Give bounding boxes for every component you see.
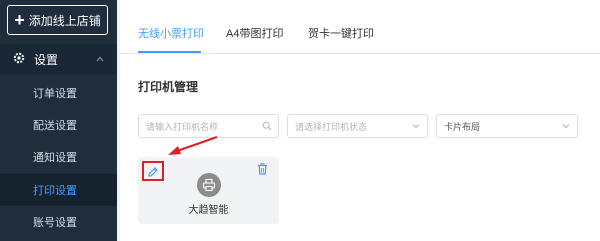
page-title: 打印机管理: [138, 80, 199, 94]
printer-status-select[interactable]: 请选择打印机状态: [287, 114, 428, 138]
sidebar-item-label: 订单设置: [33, 88, 77, 100]
chevron-up-icon: [96, 56, 104, 62]
sidebar-item-delivery-settings[interactable]: 配送设置: [0, 109, 117, 141]
printer-name: 大趋智能: [188, 205, 229, 216]
search-icon: [262, 121, 272, 131]
add-shop-button[interactable]: + 添加线上店铺: [7, 5, 108, 35]
tab-greeting-card-print[interactable]: 贺卡一键打印: [308, 25, 374, 41]
sidebar: + 添加线上店铺 设置 订单设置 配送设置 通知设置 打印设置 账号设置: [0, 0, 117, 241]
search-input-placeholder: 请输入打印机名称: [146, 121, 219, 132]
layout-select[interactable]: 卡片布局: [436, 114, 578, 138]
menu-group-label: 设置: [34, 52, 59, 67]
chevron-down-icon: [412, 124, 420, 129]
status-select-placeholder: 请选择打印机状态: [295, 121, 368, 132]
tab-a4-image-print[interactable]: A4带图打印: [226, 25, 283, 41]
sidebar-item-notification-settings[interactable]: 通知设置: [0, 141, 117, 173]
sidebar-item-account-settings[interactable]: 账号设置: [0, 206, 117, 238]
edit-icon: [148, 167, 158, 177]
printer-icon: [202, 178, 216, 192]
sidebar-item-label: 通知设置: [33, 152, 77, 164]
sidebar-item-order-settings[interactable]: 订单设置: [0, 77, 117, 109]
edit-button[interactable]: [142, 161, 164, 181]
printer-card[interactable]: 大趋智能: [138, 157, 279, 224]
menu-group-settings[interactable]: 设置: [0, 44, 117, 74]
trash-icon[interactable]: [257, 163, 268, 175]
tab-wireless-receipt-print[interactable]: 无线小票打印: [138, 25, 204, 41]
sidebar-item-label: 打印设置: [33, 185, 77, 197]
sidebar-item-print-settings[interactable]: 打印设置: [0, 174, 117, 206]
gear-icon: [13, 52, 25, 64]
sidebar-item-label: 账号设置: [33, 217, 77, 229]
plus-icon: +: [14, 10, 25, 30]
chevron-down-icon: [562, 124, 570, 129]
sidebar-item-label: 配送设置: [33, 120, 77, 132]
add-shop-label: 添加线上店铺: [28, 13, 101, 28]
main-panel: 无线小票打印 A4带图打印 贺卡一键打印 打印机管理 请输入打印机名称 请选择打…: [120, 0, 600, 241]
active-tab-indicator: [138, 51, 201, 53]
printer-avatar: [197, 173, 221, 197]
layout-select-value: 卡片布局: [444, 121, 481, 132]
tab-bar: 无线小票打印 A4带图打印 贺卡一键打印: [120, 0, 600, 54]
printer-name-search-input[interactable]: 请输入打印机名称: [138, 114, 279, 138]
